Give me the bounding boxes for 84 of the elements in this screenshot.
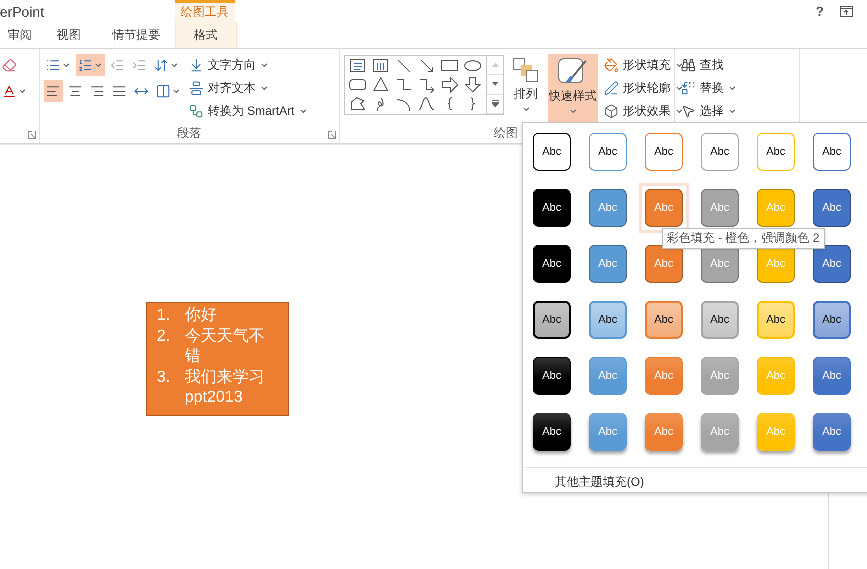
smartart-icon — [189, 104, 204, 118]
ribbon-display-icon[interactable] — [840, 6, 853, 16]
down-arrow-icon — [492, 82, 498, 86]
style-swatch[interactable]: Abc — [701, 301, 739, 339]
list-item-text: 你好 — [185, 306, 218, 326]
paint-bucket-icon — [604, 58, 619, 72]
binoculars-icon — [681, 58, 696, 72]
align-text-icon — [189, 80, 204, 96]
more-fills-menu-item[interactable]: 其他主题填充(O) — [553, 472, 646, 493]
list-item-text: 我们来学习ppt2013 — [185, 368, 266, 408]
justify-icon — [112, 84, 127, 98]
align-left-button[interactable] — [44, 80, 63, 102]
text-box-icon[interactable] — [349, 56, 367, 74]
style-swatch[interactable]: Abc — [533, 245, 571, 283]
style-swatch[interactable]: Abc — [645, 301, 683, 339]
context-tab-group-label: 绘图工具 — [175, 0, 235, 22]
help-button[interactable]: ? — [816, 4, 824, 18]
smartart-button[interactable]: 转换为 SmartArt — [187, 100, 310, 122]
columns-icon — [156, 84, 171, 98]
ribbon-tab[interactable]: 格式 — [175, 22, 237, 48]
line-spacing-icon — [154, 58, 169, 72]
indent-increase-icon — [132, 58, 147, 72]
arrow-icon[interactable] — [418, 56, 436, 74]
freeform-icon[interactable] — [349, 94, 367, 112]
down-arrow-icon[interactable] — [464, 76, 482, 94]
style-swatch[interactable]: Abc — [533, 301, 571, 339]
style-swatch[interactable]: Abc — [813, 301, 851, 339]
align-right-icon — [90, 84, 105, 98]
pointer-icon — [681, 104, 696, 118]
shape-effects-icon — [604, 104, 619, 118]
replace-icon — [681, 80, 696, 96]
vertical-text-box-icon[interactable] — [372, 56, 390, 74]
align-center-icon — [68, 84, 83, 98]
style-swatch[interactable]: Abc — [701, 133, 739, 171]
list-item-text: 今天天气不错 — [185, 327, 266, 367]
align-left-icon — [46, 84, 61, 98]
style-swatch[interactable]: Abc — [757, 133, 795, 171]
style-swatch[interactable]: Abc — [589, 133, 627, 171]
group-label: 段落 — [176, 125, 202, 142]
indent-decrease-icon — [110, 58, 125, 72]
block-arrow-icon[interactable] — [441, 76, 459, 94]
group-label: 绘图 — [493, 125, 519, 142]
style-swatch[interactable]: Abc — [813, 189, 851, 227]
style-swatch[interactable]: Abc — [813, 133, 851, 171]
style-swatch[interactable]: Abc — [589, 301, 627, 339]
up-arrow-icon — [492, 63, 498, 68]
style-swatch[interactable]: Abc — [645, 133, 683, 171]
numbering-button[interactable] — [76, 54, 105, 76]
style-swatch[interactable]: Abc — [813, 245, 851, 283]
numbered-list-icon — [78, 58, 93, 72]
style-swatch[interactable]: Abc — [533, 133, 571, 171]
tooltip: 彩色填充 - 橙色，强调颜色 2 — [662, 228, 825, 249]
eraser-icon — [2, 58, 17, 72]
style-swatch[interactable]: Abc — [533, 189, 571, 227]
wave-curve-icon[interactable] — [418, 94, 436, 112]
ribbon-tab[interactable]: 视图 — [40, 22, 98, 48]
text-direction-button[interactable]: 文字方向 — [187, 54, 310, 76]
pen-icon — [604, 80, 619, 96]
align-text-button[interactable]: 对齐文本 — [187, 77, 310, 99]
arrange-icon — [513, 58, 539, 84]
caret-icon — [568, 107, 578, 116]
style-swatch[interactable]: Abc — [533, 357, 571, 395]
caret-icon — [522, 105, 530, 114]
window-title: erPoint — [0, 4, 46, 22]
dialog-launcher-icon[interactable] — [28, 131, 36, 139]
quick-styles-button[interactable]: 快速样式 — [548, 54, 598, 122]
text-direction-icon — [189, 58, 204, 72]
brush-style-icon — [558, 58, 588, 86]
expand-icon — [492, 100, 498, 108]
font-color-icon — [2, 84, 17, 98]
style-swatch[interactable]: Abc — [813, 357, 851, 395]
list-number: 1. — [157, 306, 172, 326]
arrange-button[interactable]: 排列 — [508, 54, 544, 122]
style-swatch[interactable]: Abc — [533, 413, 571, 451]
dialog-launcher-icon[interactable] — [328, 131, 336, 139]
ribbon-tab[interactable]: 审阅 — [0, 22, 40, 48]
triangle-icon[interactable] — [372, 76, 390, 94]
style-swatch[interactable]: Abc — [757, 301, 795, 339]
list-number: 3. — [157, 368, 172, 388]
ribbon-tab[interactable]: 情节提要 — [98, 22, 175, 48]
bullet-list-icon — [46, 58, 61, 72]
style-swatch[interactable]: Abc — [813, 413, 851, 451]
list-number: 2. — [157, 327, 172, 347]
line-icon[interactable] — [395, 56, 413, 74]
